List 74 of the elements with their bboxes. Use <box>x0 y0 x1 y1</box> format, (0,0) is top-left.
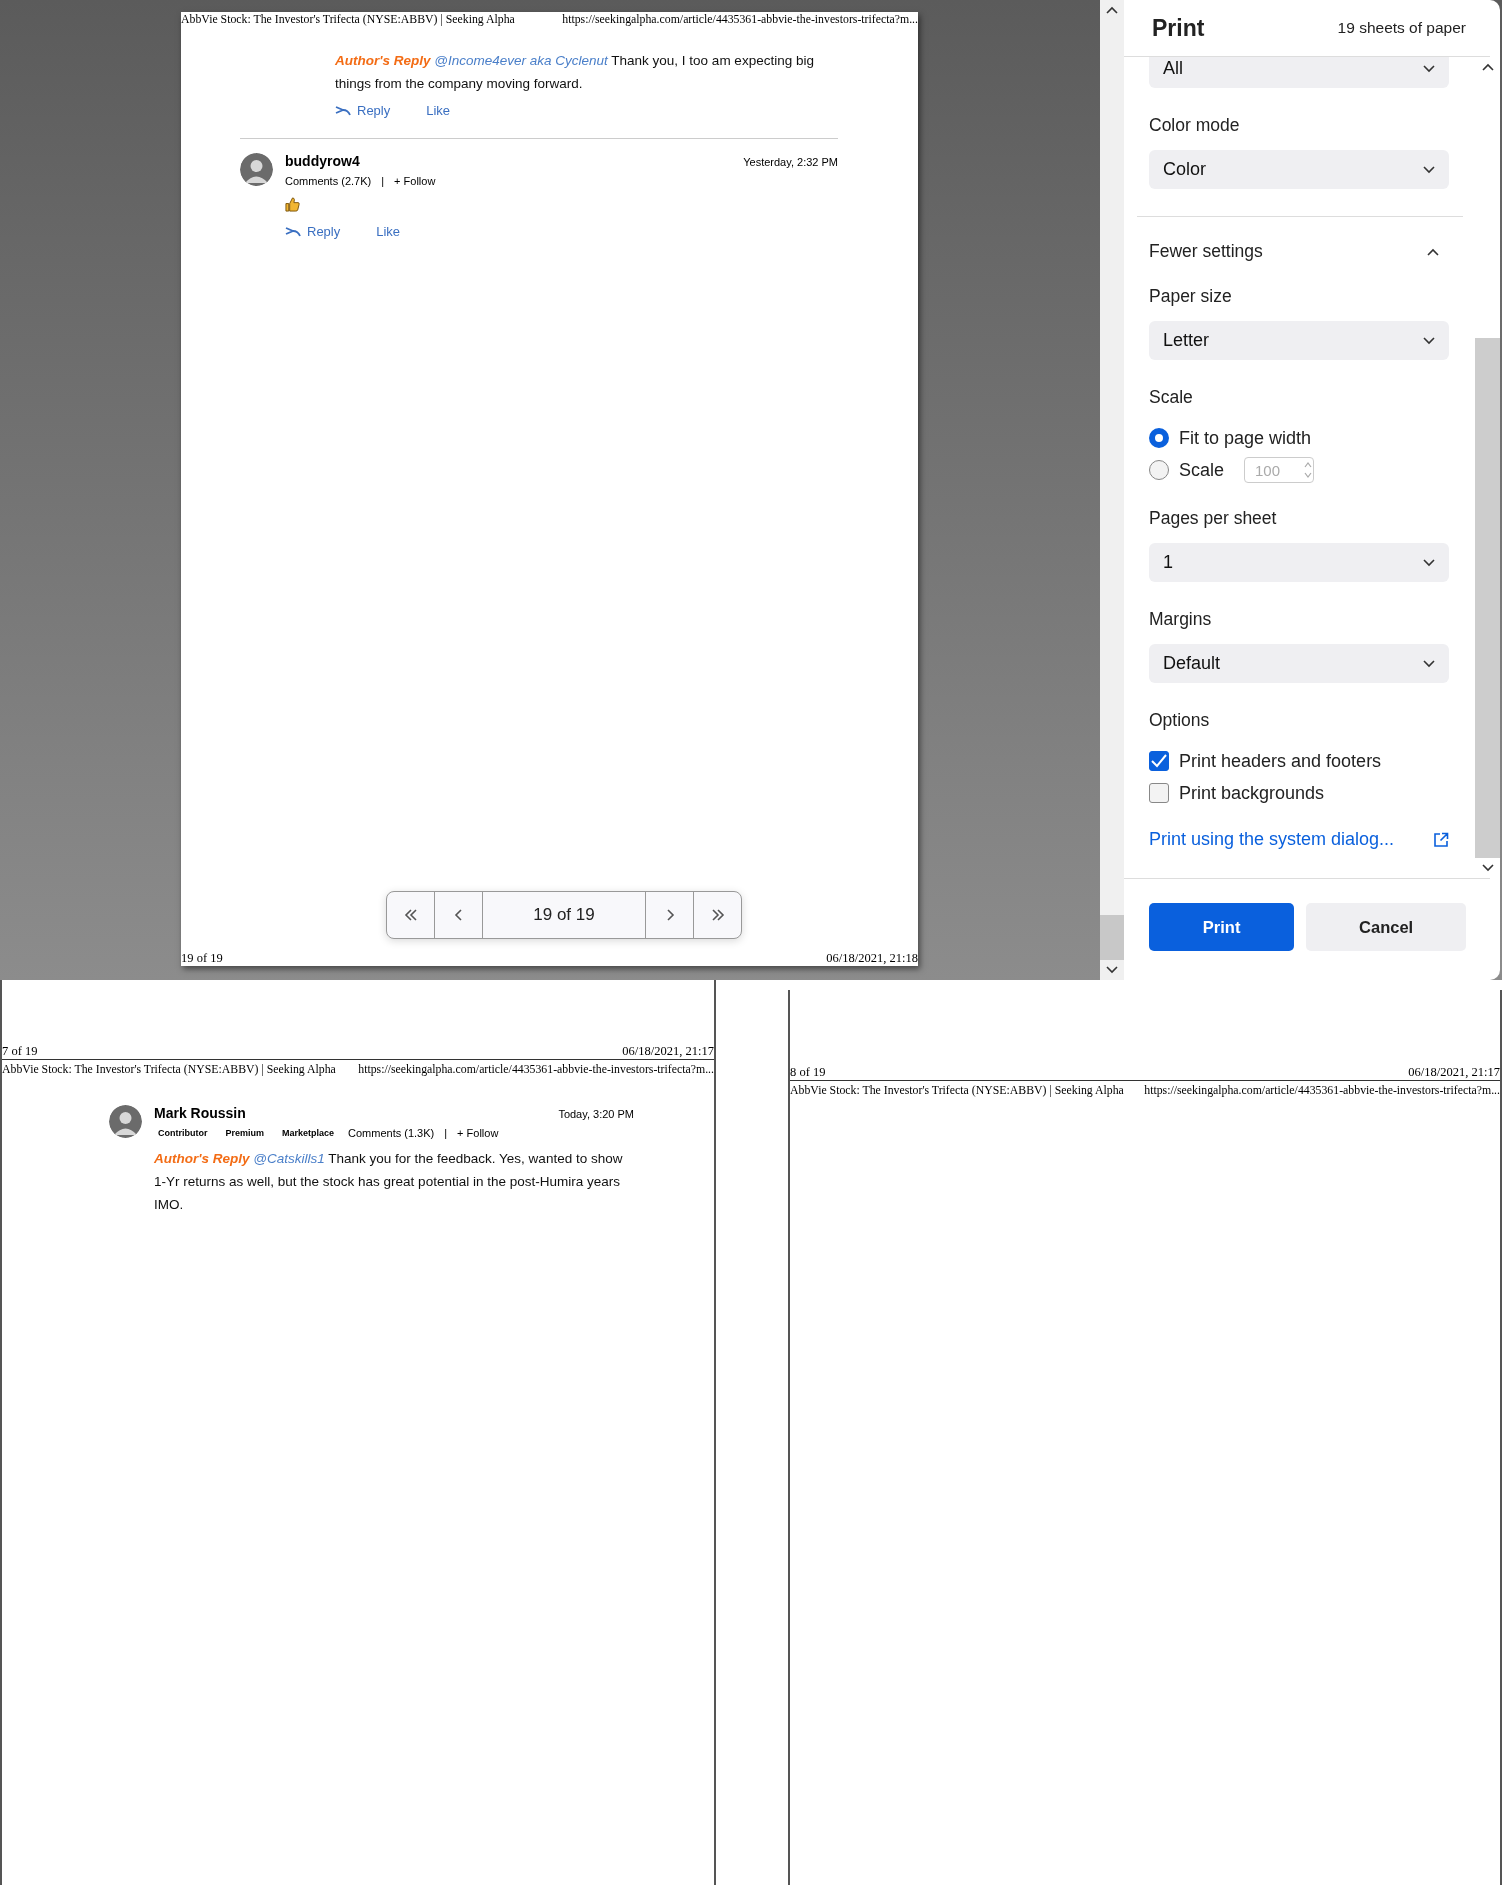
follow-link[interactable]: + Follow <box>394 175 436 187</box>
scrollbar-thumb[interactable] <box>1100 915 1124 960</box>
dropdown[interactable]: Letter <box>1149 321 1449 360</box>
checkbox[interactable] <box>1149 751 1169 771</box>
like-link[interactable]: Like <box>376 224 401 239</box>
print-date: 06/18/2021, 21:18 <box>826 951 918 966</box>
chevron-up-icon <box>1481 63 1494 71</box>
field-label: Pages per sheet <box>1149 508 1278 529</box>
print-date: 06/18/2021, 21:17 <box>622 1044 714 1059</box>
page-url: https://seekingalpha.com/article/4435361-abbvie-the-investors-trifecta?m... <box>562 12 918 27</box>
avatar <box>109 1105 142 1138</box>
page-number: 8 of 19 <box>790 1065 826 1080</box>
page-number: 7 of 19 <box>2 1044 38 1059</box>
reply-link[interactable]: Reply <box>285 224 341 239</box>
chevron-down-icon <box>1106 966 1118 974</box>
comment-time: Today, 3:20 PM <box>558 1108 634 1120</box>
chevron-down-icon <box>1423 336 1435 345</box>
scrollbar-thumb[interactable] <box>1475 338 1500 858</box>
badge-label: Marketplace <box>281 1128 336 1138</box>
author-name[interactable]: Mark Roussin <box>154 1105 246 1121</box>
dropdown[interactable]: 1 <box>1149 543 1449 582</box>
avatar <box>240 153 273 186</box>
field-label: Paper size <box>1149 286 1233 307</box>
field-label: Options <box>1149 710 1211 731</box>
radio-button[interactable] <box>1149 428 1169 448</box>
separator: | <box>444 1127 448 1139</box>
thumbs-up-icon <box>285 197 300 212</box>
dropdown[interactable]: All <box>1149 57 1449 88</box>
badge-label: Contributor <box>157 1128 209 1138</box>
chevron-down-icon <box>1423 558 1435 567</box>
author-name[interactable]: buddyrow4 <box>285 153 360 169</box>
like-link[interactable]: Like <box>426 103 451 118</box>
field-label: Color mode <box>1149 115 1241 136</box>
cancel-button[interactable]: Cancel <box>1306 903 1466 951</box>
dropdown[interactable]: Color <box>1149 150 1449 189</box>
page-title: AbbVie Stock: The Investor's Trifecta (NYSE:ABBV) | Seeking Alpha <box>181 12 515 27</box>
comment-count[interactable]: Comments (1.3K) <box>348 1127 435 1139</box>
comment-count[interactable]: Comments (2.7K) <box>285 175 372 187</box>
reply-arrow-icon <box>285 225 301 238</box>
print-date: 06/18/2021, 21:17 <box>1408 1065 1500 1080</box>
chevron-up-icon <box>1106 6 1118 14</box>
external-link-icon[interactable] <box>1433 831 1449 848</box>
field-label: Margins <box>1149 609 1213 630</box>
radio-label[interactable]: Fit to page width <box>1179 427 1312 449</box>
reply-link[interactable]: Reply <box>335 103 391 118</box>
chevron-down-icon <box>1481 864 1494 872</box>
sheet-count: 19 sheets of paper <box>1337 19 1466 37</box>
system-dialog-link[interactable]: Print using the system dialog... <box>1149 829 1395 850</box>
page-title: AbbVie Stock: The Investor's Trifecta (NYSE:ABBV) | Seeking Alpha <box>2 1062 336 1077</box>
print-button[interactable]: Print <box>1149 903 1295 951</box>
comment-time: Yesterday, 2:32 PM <box>743 156 838 168</box>
badge-label: Premium <box>224 1128 265 1138</box>
dialog-title: Print <box>1152 14 1205 42</box>
dropdown[interactable]: Default <box>1149 644 1449 683</box>
checkbox-label[interactable]: Print backgrounds <box>1179 782 1325 804</box>
chevron-down-icon <box>1423 165 1435 174</box>
checkbox[interactable] <box>1149 783 1169 803</box>
page-number: 19 of 19 <box>181 951 223 966</box>
comment-text: Author's Reply @Catskills1 Thank you for the feedback. Yes, wanted to show 1-Yr returns as well, but the stock has great potential in the post-Humira years IMO. <box>154 1150 624 1214</box>
reply-arrow-icon <box>335 104 351 117</box>
scrollbar[interactable] <box>1100 0 1124 980</box>
chevron-down-icon <box>1423 64 1435 73</box>
separator: | <box>381 175 385 187</box>
follow-link[interactable]: + Follow <box>457 1127 499 1139</box>
chevron-down-icon <box>1423 659 1435 668</box>
field-label: Scale <box>1149 387 1194 408</box>
page-url: https://seekingalpha.com/article/4435361-abbvie-the-investors-trifecta?m... <box>358 1062 714 1077</box>
page-indicator: 19 of 19 <box>483 892 646 938</box>
page-title: AbbVie Stock: The Investor's Trifecta (NYSE:ABBV) | Seeking Alpha <box>790 1083 1124 1098</box>
settings-toggle[interactable]: Fewer settings <box>1137 216 1463 286</box>
chevron-up-icon <box>1427 247 1439 256</box>
page-url: https://seekingalpha.com/article/4435361-abbvie-the-investors-trifecta?m... <box>1144 1083 1500 1098</box>
comment-text: Author's Reply @Income4ever aka Cyclenut Thank you, I too am expecting big things from the company moving forward. <box>335 52 815 93</box>
checkbox-label[interactable]: Print headers and footers <box>1179 750 1382 772</box>
